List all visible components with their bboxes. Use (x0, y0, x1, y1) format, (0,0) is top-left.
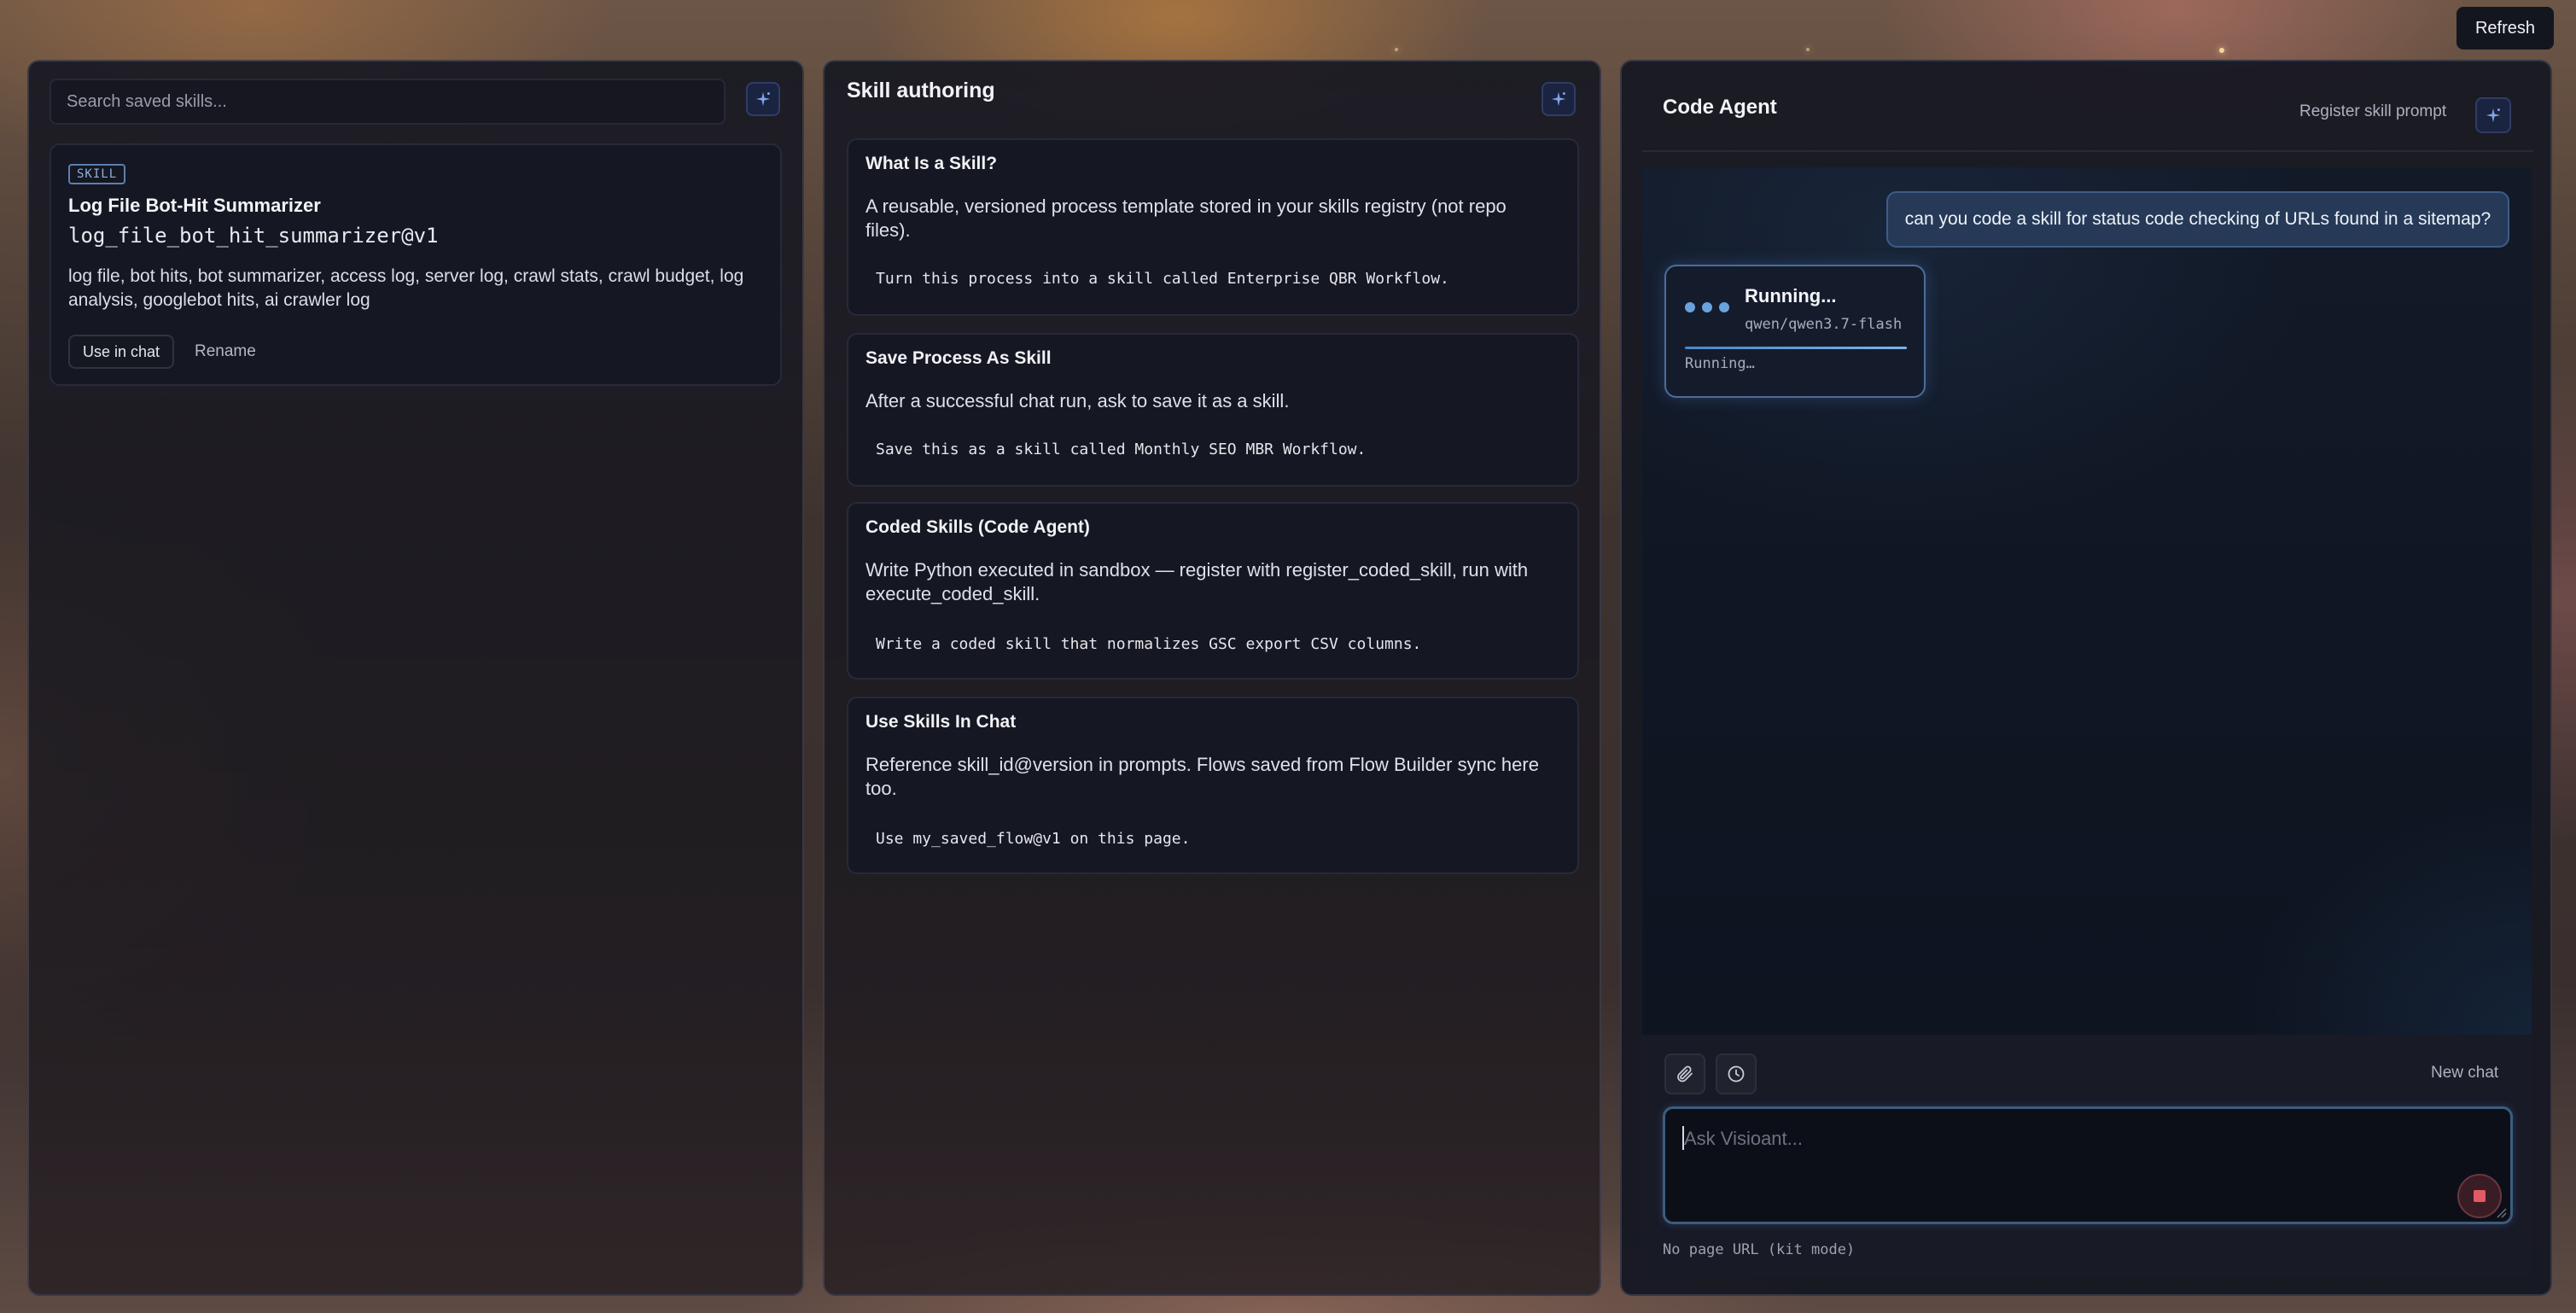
new-chat-button[interactable]: New chat (2431, 1064, 2498, 1082)
info-card-save-process: Save Process As Skill After a successful… (847, 333, 1579, 487)
agent-sparkle-button[interactable] (2475, 97, 2511, 133)
authoring-sparkle-button[interactable] (1542, 82, 1576, 116)
agent-running-card: Running... qwen/qwen3.7-flash Running… (1664, 265, 1926, 398)
loading-dot (1702, 302, 1712, 312)
loading-dot (1685, 302, 1695, 312)
prompt-placeholder: Ask Visioant... (1684, 1128, 1803, 1149)
info-card-example: Save this as a skill called Monthly SEO … (876, 441, 1367, 458)
prompt-input[interactable]: Ask Visioant... (1663, 1106, 2513, 1224)
sparkle-icon (2486, 108, 2501, 123)
background-sparkle (1395, 48, 1398, 51)
skill-badge: SKILL (68, 164, 126, 184)
running-status: Running… (1685, 355, 1755, 372)
refresh-button[interactable]: Refresh (2457, 7, 2554, 50)
info-card-title: What Is a Skill? (865, 154, 998, 173)
info-card-description: A reusable, versioned process template s… (865, 195, 1507, 241)
sparkle-icon (755, 91, 771, 107)
header-divider (1642, 150, 2533, 152)
stop-icon (2474, 1190, 2486, 1202)
attach-button[interactable] (1664, 1053, 1705, 1094)
user-message: can you code a skill for status code che… (1886, 191, 2509, 248)
library-sparkle-button[interactable] (746, 82, 780, 116)
page-url-note: No page URL (kit mode) (1663, 1241, 1856, 1258)
model-name: qwen/qwen3.7-flash (1745, 316, 1903, 333)
skill-title: Log File Bot-Hit Summarizer (68, 195, 321, 216)
saved-skill-card: SKILL Log File Bot-Hit Summarizer log_fi… (50, 143, 782, 386)
info-card-title: Coded Skills (Code Agent) (865, 517, 1090, 537)
info-card-use-skills: Use Skills In Chat Reference skill_id@ve… (847, 697, 1579, 874)
authoring-title: Skill authoring (847, 79, 995, 102)
info-card-what-is-skill: What Is a Skill? A reusable, versioned p… (847, 138, 1579, 316)
agent-title: Code Agent (1663, 96, 1777, 119)
history-button[interactable] (1716, 1053, 1757, 1094)
paperclip-icon (1677, 1065, 1693, 1082)
clock-icon (1728, 1065, 1745, 1082)
running-title: Running... (1745, 285, 1837, 306)
background-sparkle (1806, 48, 1810, 51)
info-card-example: Use my_saved_flow@v1 on this page. (876, 830, 1191, 848)
resize-handle-icon[interactable] (2495, 1206, 2507, 1218)
info-card-coded-skills: Coded Skills (Code Agent) Write Python e… (847, 502, 1579, 680)
info-card-example: Turn this process into a skill called En… (876, 270, 1449, 288)
register-skill-prompt-button[interactable]: Register skill prompt (2299, 102, 2446, 121)
info-card-example: Write a coded skill that normalizes GSC … (876, 635, 1422, 653)
progress-bar (1685, 347, 1907, 349)
info-card-title: Use Skills In Chat (865, 712, 1017, 732)
info-card-title: Save Process As Skill (865, 348, 1052, 368)
rename-button[interactable]: Rename (195, 335, 256, 369)
use-in-chat-button[interactable]: Use in chat (68, 335, 174, 369)
info-card-description: Reference skill_id@version in prompts. F… (865, 754, 1539, 799)
skill-keywords: log file, bot hits, bot summarizer, acce… (68, 266, 744, 310)
loading-dot (1719, 302, 1729, 312)
skills-search-input[interactable]: Search saved skills... (50, 79, 726, 125)
skill-id: log_file_bot_hit_summarizer@v1 (68, 224, 439, 248)
sparkle-icon (1551, 91, 1566, 107)
background-sparkle (2219, 48, 2224, 53)
info-card-description: After a successful chat run, ask to save… (865, 390, 1290, 411)
info-card-description: Write Python executed in sandbox — regis… (865, 559, 1529, 604)
